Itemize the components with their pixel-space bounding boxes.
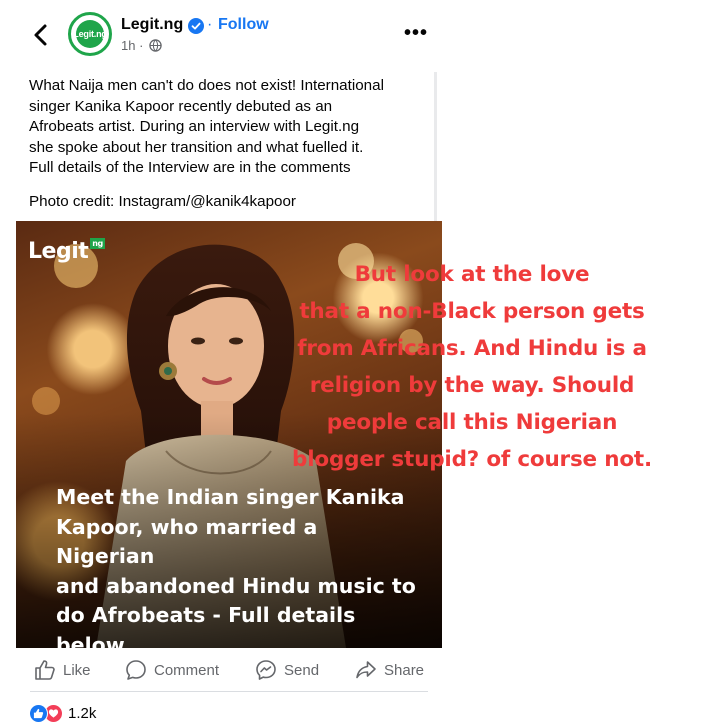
separator-dot: ·: [207, 16, 213, 33]
back-arrow-icon[interactable]: [26, 20, 56, 50]
more-options-button[interactable]: •••: [404, 22, 428, 45]
overlay-line: religion by the way. Should: [309, 373, 635, 398]
page-avatar[interactable]: Legit.ng: [68, 12, 112, 56]
photo-credit: Photo credit: Instagram/@kanik4kapoor: [29, 193, 296, 210]
caption-line: What Naija men can't do does not exist! …: [29, 77, 384, 94]
overlay-comment-text: But look at the love that a non-Black pe…: [282, 256, 662, 478]
headline-line: do Afrobeats - Full details below: [56, 603, 356, 648]
overlay-line: people call this Nigerian: [326, 410, 618, 435]
avatar-logo: Legit.ng: [73, 20, 107, 48]
photo-headline: Meet the Indian singer Kanika Kapoor, wh…: [56, 483, 416, 648]
share-label: Share: [384, 661, 425, 679]
action-bar: Like Comment Send Share: [0, 648, 440, 692]
caption-line: Full details of the Interview are in the…: [29, 159, 351, 176]
send-button[interactable]: Send: [255, 659, 319, 681]
overlay-line: But look at the love: [354, 262, 590, 287]
share-arrow-icon: [356, 661, 376, 679]
action-divider: [30, 691, 428, 692]
messenger-icon: [256, 660, 276, 680]
comment-bubble-icon: [126, 660, 146, 680]
thumbs-up-icon: [35, 660, 55, 680]
comment-label: Comment: [154, 661, 220, 679]
post-caption: What Naija men can't do does not exist! …: [29, 76, 433, 179]
overlay-line: from Africans. And Hindu is a: [297, 336, 647, 361]
overlay-line: that a non-Black person gets: [299, 299, 645, 324]
caption-line: Afrobeats artist. During an interview wi…: [29, 118, 360, 135]
verified-badge-icon: [188, 18, 204, 34]
caption-line: singer Kanika Kapoor recently debuted as…: [29, 97, 333, 115]
send-label: Send: [284, 661, 320, 679]
follow-button[interactable]: Follow: [218, 16, 269, 34]
headline-line: Kapoor, who married a Nigerian: [56, 514, 318, 569]
logo-text: Legit: [28, 239, 89, 264]
like-button[interactable]: Like: [34, 659, 91, 681]
like-label: Like: [63, 661, 91, 679]
caption-line: she spoke about her transition and what …: [29, 138, 364, 156]
watermark-logo: Legit ng: [28, 238, 105, 264]
like-reaction-icon: [29, 704, 48, 723]
page-name[interactable]: Legit.ng: [121, 16, 183, 34]
headline-line: and abandoned Hindu music to: [56, 573, 416, 598]
post-header: Legit.ng Legit.ng · Follow 1h · •••: [0, 0, 440, 74]
headline-line: Meet the Indian singer Kanika: [56, 485, 405, 509]
comment-button[interactable]: Comment: [125, 659, 219, 681]
globe-icon: [149, 39, 162, 52]
logo-suffix: ng: [90, 238, 105, 249]
overlay-line: blogger stupid? of course not.: [292, 447, 652, 472]
reaction-count: 1.2k: [68, 705, 97, 722]
reaction-summary[interactable]: 1.2k: [29, 704, 96, 723]
post-time: 1h ·: [121, 38, 144, 53]
content-edge-divider: [434, 72, 437, 222]
share-button[interactable]: Share: [355, 659, 424, 681]
